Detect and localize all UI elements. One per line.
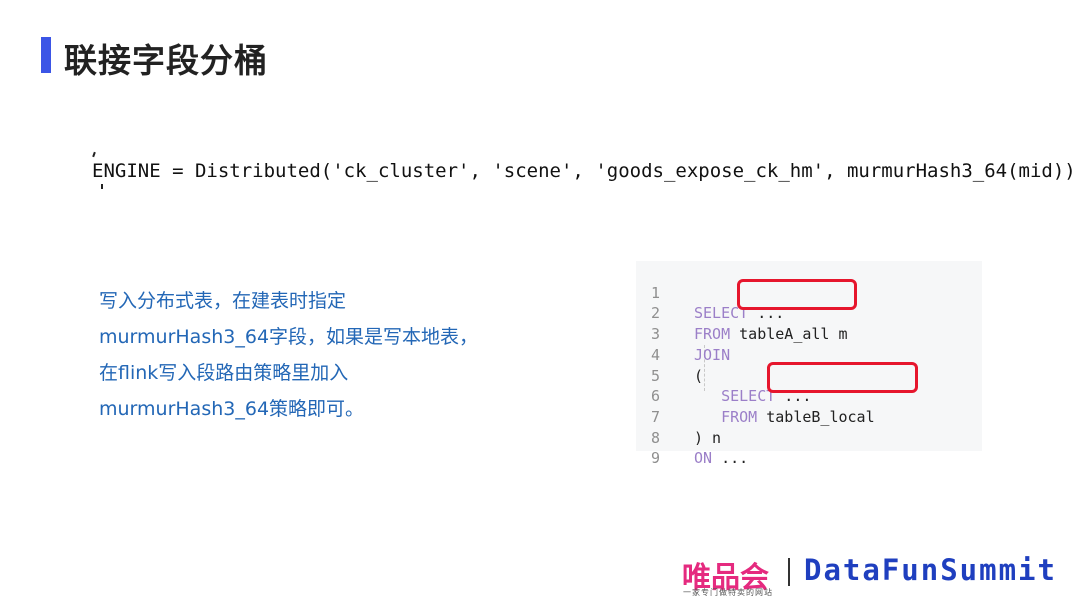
datafun-summit-logo: DataFunSummit xyxy=(804,553,1057,587)
code-line: 1 SELECT ... xyxy=(636,262,784,323)
code-text: ... xyxy=(712,449,749,468)
description-line: 写入分布式表，在建表时指定 xyxy=(99,290,347,312)
code-keyword: FROM xyxy=(694,325,731,344)
code-line: 7 ) n xyxy=(636,386,721,447)
description-line: murmurHash3_64策略即可。 xyxy=(99,398,365,420)
description-line: murmurHash3_64字段，如果是写本地表， xyxy=(99,326,479,348)
code-text: tableB_local xyxy=(757,407,875,426)
engine-definition: ENGINE = Distributed('ck_cluster', 'scen… xyxy=(92,160,1076,182)
code-text: tableA_all m xyxy=(730,325,848,344)
code-line: 3 JOIN xyxy=(636,303,730,364)
code-line: 6 FROM tableB_local xyxy=(636,366,875,426)
code-text: ( xyxy=(694,366,704,385)
code-text: ) n xyxy=(694,428,722,447)
code-line: 4 ( xyxy=(636,324,703,385)
code-line: 8 ON ... xyxy=(636,407,748,468)
code-block: 1 SELECT ... 2 FROM tableA_all m 3 JOIN … xyxy=(636,261,982,468)
code-line: 5 SELECT ... xyxy=(636,345,811,406)
highlight-box-tableB xyxy=(767,362,918,393)
code-line: 9 xyxy=(636,428,672,467)
highlight-box-tableA xyxy=(737,279,857,310)
code-keyword: ON xyxy=(694,449,713,468)
decorative-tick xyxy=(92,151,96,158)
page-title: 联接字段分桶 xyxy=(64,41,268,80)
title-accent-bar xyxy=(41,37,51,73)
vipshop-tagline: 一家专门做特卖的网站 xyxy=(683,588,773,597)
line-number: 9 xyxy=(650,449,660,468)
code-keyword: JOIN xyxy=(694,345,731,364)
code-line: 2 FROM tableA_all m xyxy=(636,283,848,343)
decorative-tick xyxy=(101,184,103,189)
code-keyword: FROM xyxy=(694,407,758,426)
description-text: 写入分布式表，在建表时指定 murmurHash3_64字段，如果是写本地表， … xyxy=(99,283,519,427)
footer-divider xyxy=(788,558,790,586)
code-keyword: SELECT xyxy=(694,387,776,406)
description-line: 在flink写入段路由策略里加入 xyxy=(99,362,349,384)
